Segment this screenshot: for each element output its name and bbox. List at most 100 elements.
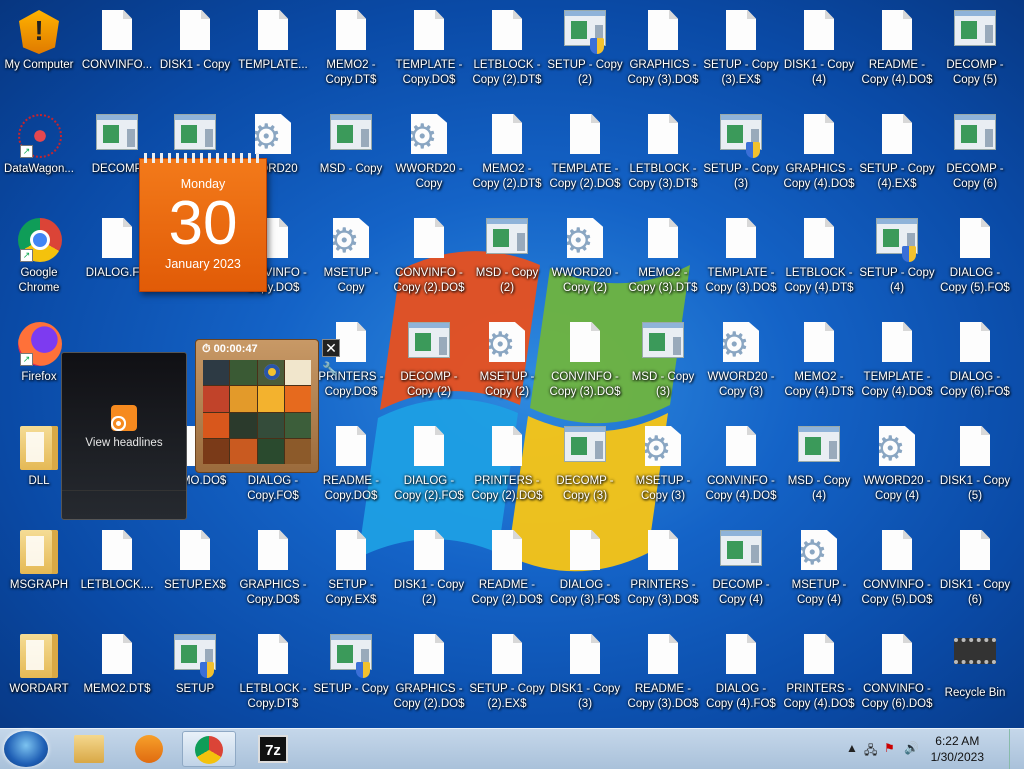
- desktop-icon[interactable]: DIALOG - Copy (5).FO$: [936, 208, 1014, 308]
- puzzle-tile[interactable]: [230, 438, 257, 464]
- desktop-icon[interactable]: ↗ Google Chrome: [0, 208, 78, 308]
- desktop-icon[interactable]: MEMO2 - Copy (4).DT$: [780, 312, 858, 412]
- desktop-icon[interactable]: LETBLOCK - Copy (4).DT$: [780, 208, 858, 308]
- desktop-icon[interactable]: LETBLOCK - Copy (2).DT$: [468, 0, 546, 100]
- desktop-icon[interactable]: Recycle Bin: [936, 624, 1014, 724]
- desktop-icon[interactable]: SETUP - Copy (2).EX$: [468, 624, 546, 724]
- desktop-icon[interactable]: README - Copy (4).DO$: [858, 0, 936, 100]
- desktop-icon[interactable]: GRAPHICS - Copy.DO$: [234, 520, 312, 620]
- desktop-icon[interactable]: DISK1 - Copy: [156, 0, 234, 100]
- desktop-icon[interactable]: DECOMP - Copy (6): [936, 104, 1014, 204]
- desktop-icon[interactable]: MSGRAPH: [0, 520, 78, 620]
- desktop-icon[interactable]: DIALOG - Copy (2).FO$: [390, 416, 468, 516]
- desktop-icon[interactable]: WWORD20 - Copy (3): [702, 312, 780, 412]
- desktop-icon[interactable]: TEMPLATE - Copy (4).DO$: [858, 312, 936, 412]
- calendar-gadget[interactable]: Monday 30 January 2023: [139, 153, 267, 292]
- desktop-icon[interactable]: TEMPLATE - Copy.DO$: [390, 0, 468, 100]
- puzzle-tile[interactable]: [284, 412, 311, 438]
- desktop-icon[interactable]: SETUP - Copy: [312, 624, 390, 724]
- taskbar-file-explorer[interactable]: [62, 731, 116, 767]
- desktop-icon[interactable]: DECOMP - Copy (4): [702, 520, 780, 620]
- desktop-icon[interactable]: WWORD20 - Copy: [390, 104, 468, 204]
- desktop-icon[interactable]: SETUP - Copy (3).EX$: [702, 0, 780, 100]
- desktop-icon[interactable]: WWORD20 - Copy (4): [858, 416, 936, 516]
- puzzle-tile[interactable]: [203, 386, 230, 412]
- desktop-icon[interactable]: MSETUP - Copy: [312, 208, 390, 308]
- puzzle-empty-slot[interactable]: [284, 438, 311, 464]
- desktop-icon[interactable]: MEMO2.DT$: [78, 624, 156, 724]
- desktop-icon[interactable]: SETUP - Copy (3): [702, 104, 780, 204]
- desktop-icon[interactable]: PRINTERS - Copy (4).DO$: [780, 624, 858, 724]
- desktop-icon[interactable]: PRINTERS - Copy (3).DO$: [624, 520, 702, 620]
- volume-icon[interactable]: 🔊: [904, 741, 919, 755]
- desktop-icon[interactable]: DISK1 - Copy (5): [936, 416, 1014, 516]
- desktop-icon[interactable]: CONVINFO - Copy (5).DO$: [858, 520, 936, 620]
- puzzle-tile[interactable]: [203, 438, 230, 464]
- puzzle-tile[interactable]: [284, 386, 311, 412]
- desktop-icon[interactable]: SETUP.EX$: [156, 520, 234, 620]
- desktop-icon[interactable]: GRAPHICS - Copy (3).DO$: [624, 0, 702, 100]
- wrench-icon[interactable]: 🔧: [322, 361, 338, 377]
- desktop-icon[interactable]: LETBLOCK - Copy.DT$: [234, 624, 312, 724]
- desktop-icon[interactable]: CONVINFO - Copy (2).DO$: [390, 208, 468, 308]
- desktop-icon[interactable]: MSETUP - Copy (2): [468, 312, 546, 412]
- puzzle-tile[interactable]: [230, 412, 257, 438]
- desktop-icon[interactable]: WWORD20 - Copy (2): [546, 208, 624, 308]
- desktop-icon[interactable]: DECOMP - Copy (5): [936, 0, 1014, 100]
- desktop-icon[interactable]: MSD - Copy (3): [624, 312, 702, 412]
- desktop-icon[interactable]: TEMPLATE...: [234, 0, 312, 100]
- desktop-icon[interactable]: ↗ DataWagon...: [0, 104, 78, 204]
- puzzle-tile[interactable]: [203, 360, 230, 386]
- view-headlines-link[interactable]: View headlines: [62, 437, 186, 449]
- taskbar-media-player[interactable]: [122, 731, 176, 767]
- clock[interactable]: 6:22 AM 1/30/2023: [931, 733, 984, 765]
- desktop-icon[interactable]: DIALOG - Copy (6).FO$: [936, 312, 1014, 412]
- taskbar-7zip[interactable]: 7z: [246, 731, 300, 767]
- desktop-icon[interactable]: DECOMP - Copy (2): [390, 312, 468, 412]
- desktop-icon[interactable]: MSETUP - Copy (3): [624, 416, 702, 516]
- desktop-icon[interactable]: GRAPHICS - Copy (2).DO$: [390, 624, 468, 724]
- desktop-icon[interactable]: CONVINFO - Copy (4).DO$: [702, 416, 780, 516]
- puzzle-tile[interactable]: [257, 438, 284, 464]
- desktop-icon[interactable]: DISK1 - Copy (6): [936, 520, 1014, 620]
- network-icon[interactable]: 🖧: [864, 741, 877, 762]
- picture-puzzle-gadget[interactable]: ⏱ 00:00:47: [195, 339, 319, 473]
- desktop-icon[interactable]: README - Copy (2).DO$: [468, 520, 546, 620]
- desktop-icon[interactable]: SETUP: [156, 624, 234, 724]
- desktop-icon[interactable]: CONVINFO - Copy (6).DO$: [858, 624, 936, 724]
- desktop-icon[interactable]: LETBLOCK....: [78, 520, 156, 620]
- desktop-icon[interactable]: DISK1 - Copy (4): [780, 0, 858, 100]
- desktop-icon[interactable]: README - Copy.DO$: [312, 416, 390, 516]
- desktop-icon[interactable]: CONVINFO - Copy (3).DO$: [546, 312, 624, 412]
- desktop-icon[interactable]: SETUP - Copy (2): [546, 0, 624, 100]
- desktop-icon[interactable]: MSETUP - Copy (4): [780, 520, 858, 620]
- puzzle-tile[interactable]: [257, 360, 284, 386]
- action-center-flag-icon[interactable]: ⚑: [884, 741, 895, 755]
- desktop-icon[interactable]: TEMPLATE - Copy (2).DO$: [546, 104, 624, 204]
- desktop-icon[interactable]: PRINTERS - Copy (2).DO$: [468, 416, 546, 516]
- desktop-icon[interactable]: DISK1 - Copy (3): [546, 624, 624, 724]
- start-button[interactable]: [4, 731, 48, 767]
- desktop-icon[interactable]: SETUP - Copy.EX$: [312, 520, 390, 620]
- desktop-icon[interactable]: DIALOG - Copy (4).FO$: [702, 624, 780, 724]
- desktop-icon[interactable]: TEMPLATE - Copy (3).DO$: [702, 208, 780, 308]
- desktop-icon[interactable]: DECOMP - Copy (3): [546, 416, 624, 516]
- puzzle-grid[interactable]: [203, 360, 311, 464]
- desktop-icon[interactable]: WORDART: [0, 624, 78, 724]
- desktop-icon[interactable]: MEMO2 - Copy.DT$: [312, 0, 390, 100]
- puzzle-tile[interactable]: [230, 386, 257, 412]
- desktop-icon[interactable]: LETBLOCK - Copy (3).DT$: [624, 104, 702, 204]
- puzzle-tile[interactable]: [203, 412, 230, 438]
- feed-headlines-gadget[interactable]: View headlines: [61, 352, 187, 520]
- desktop-icon[interactable]: DIALOG - Copy (3).FO$: [546, 520, 624, 620]
- taskbar-google-chrome[interactable]: [182, 731, 236, 767]
- puzzle-tile[interactable]: [257, 386, 284, 412]
- puzzle-tile[interactable]: [284, 360, 311, 386]
- show-hidden-icons-icon[interactable]: ▲: [846, 741, 858, 755]
- desktop-icon[interactable]: MSD - Copy: [312, 104, 390, 204]
- desktop-icon[interactable]: MSD - Copy (4): [780, 416, 858, 516]
- close-icon[interactable]: ✕: [322, 339, 340, 357]
- desktop-icon[interactable]: SETUP - Copy (4).EX$: [858, 104, 936, 204]
- desktop-icon[interactable]: MEMO2 - Copy (3).DT$: [624, 208, 702, 308]
- desktop-icon[interactable]: GRAPHICS - Copy (4).DO$: [780, 104, 858, 204]
